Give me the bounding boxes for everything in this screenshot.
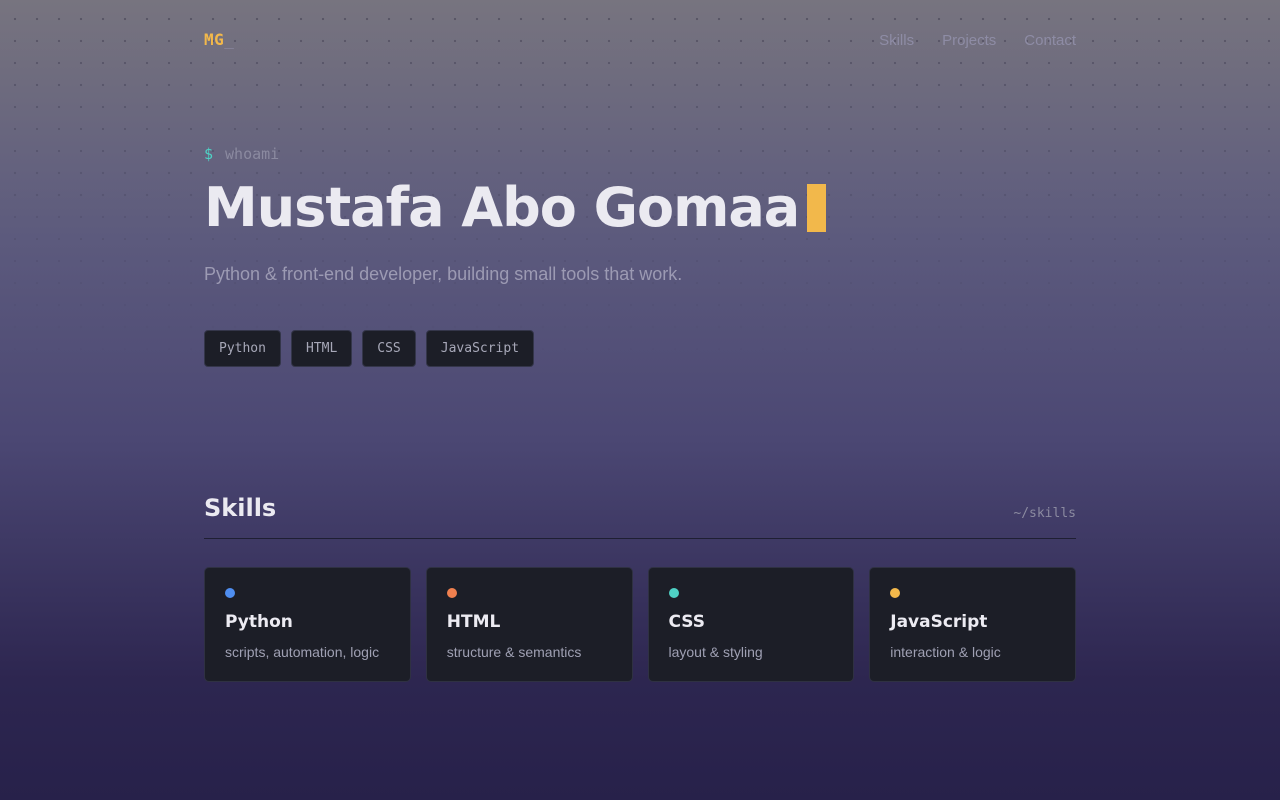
skill-dot: [446, 588, 457, 598]
skills-cards: Python scripts, automation, logic HTML s…: [204, 567, 1076, 682]
skill-title: HTML: [446, 612, 501, 632]
hero-tagline: Python & front-end developer, building s…: [204, 264, 683, 284]
skill-title: JavaScript: [890, 612, 988, 632]
hero-name: Mustafa Abo Gomaa: [204, 176, 827, 239]
skills-heading: Skills: [204, 494, 277, 522]
nav-links: Skills Projects Contact: [879, 32, 1076, 49]
section-divider: [204, 538, 1076, 539]
prompt-command: whoami: [225, 145, 280, 163]
skill-card-python: Python scripts, automation, logic: [204, 567, 411, 682]
top-nav: MG_ Skills Projects Contact: [204, 30, 1076, 52]
chip-html: HTML: [290, 330, 353, 367]
nav-link-skills[interactable]: Skills: [879, 32, 914, 49]
skill-card-javascript: JavaScript interaction & logic: [869, 567, 1076, 682]
skills-path: ~/skills: [1013, 506, 1076, 521]
chip-python: Python: [204, 330, 281, 367]
skill-card-css: CSS layout & styling: [647, 567, 855, 682]
logo-text: MG: [204, 30, 225, 49]
hero-name-text: Mustafa Abo Gomaa: [204, 176, 800, 239]
skill-description: structure & semantics: [446, 644, 582, 660]
skill-title: CSS: [668, 612, 706, 632]
skill-description: interaction & logic: [890, 644, 1001, 660]
skill-card-html: HTML structure & semantics: [425, 567, 633, 682]
tech-chips: Python HTML CSS JavaScript: [204, 330, 535, 367]
nav-link-contact[interactable]: Contact: [1024, 32, 1076, 49]
skill-title: Python: [225, 612, 293, 632]
terminal-prompt: $ whoami: [204, 145, 279, 163]
skill-description: layout & styling: [668, 644, 763, 660]
logo-cursor: _: [224, 30, 235, 49]
blinking-caret: [807, 183, 827, 232]
skill-description: scripts, automation, logic: [225, 644, 380, 660]
prompt-symbol: $: [204, 145, 214, 163]
skill-dot: [668, 588, 679, 598]
chip-javascript: JavaScript: [425, 330, 535, 367]
logo[interactable]: MG_: [204, 30, 234, 49]
skill-dot: [890, 588, 901, 598]
skill-dot: [225, 588, 235, 598]
chip-css: CSS: [362, 330, 416, 367]
nav-link-projects[interactable]: Projects: [942, 32, 996, 49]
